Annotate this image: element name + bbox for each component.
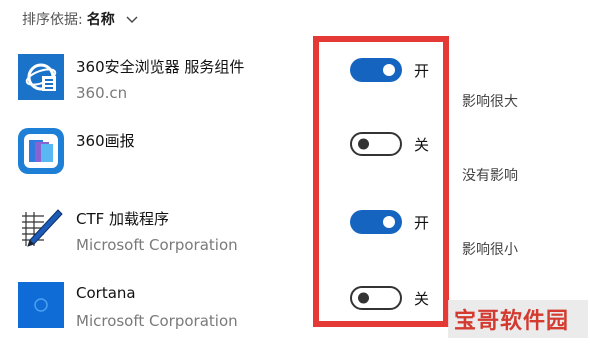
app-publisher: 360.cn: [76, 84, 128, 102]
360-browser-icon: [18, 54, 64, 100]
app-name: 360安全浏览器 服务组件: [76, 58, 245, 76]
toggle-knob: [383, 64, 395, 76]
impact-label: 影响很小: [462, 242, 518, 258]
toggle-state-label: 关: [414, 136, 430, 154]
chevron-down-icon: [125, 12, 139, 26]
toggle-knob: [358, 138, 369, 150]
sort-label: 排序依据:: [22, 12, 83, 28]
app-name: Cortana: [76, 284, 136, 302]
toggle-knob: [383, 216, 395, 228]
toggle-knob: [358, 292, 369, 304]
cortana-icon: [18, 282, 64, 328]
watermark-text: 宝哥软件园: [454, 309, 570, 334]
app-name: 360画报: [76, 132, 135, 150]
impact-label: 影响很大: [462, 94, 518, 110]
app-publisher: Microsoft Corporation: [76, 236, 238, 254]
sort-by-control[interactable]: 排序依据: 名称: [22, 8, 139, 30]
startup-toggle[interactable]: [350, 286, 402, 310]
startup-toggle[interactable]: [350, 210, 402, 234]
toggle-state-label: 开: [414, 62, 430, 80]
sort-value: 名称: [86, 12, 115, 28]
startup-toggle[interactable]: [350, 132, 402, 156]
toggle-state-label: 关: [414, 290, 430, 308]
startup-toggle[interactable]: [350, 58, 402, 82]
360-wallpaper-icon: [18, 128, 64, 174]
app-publisher: Microsoft Corporation: [76, 312, 238, 330]
toggle-state-label: 开: [414, 214, 430, 232]
impact-label: 没有影响: [462, 168, 518, 184]
ctf-pen-icon: [18, 206, 64, 252]
watermark: 宝哥软件园: [448, 300, 588, 338]
app-name: CTF 加载程序: [76, 210, 170, 228]
